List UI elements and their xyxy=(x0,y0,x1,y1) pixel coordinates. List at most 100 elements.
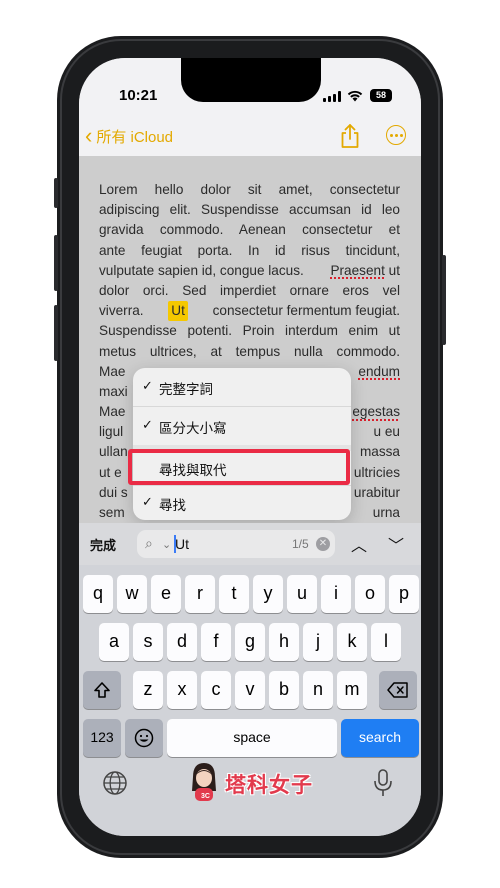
battery-icon: 58 xyxy=(370,89,392,102)
backspace-key[interactable] xyxy=(379,671,417,709)
done-button[interactable]: 完成 xyxy=(90,535,116,554)
key-a[interactable]: a xyxy=(99,623,129,661)
key-f[interactable]: f xyxy=(201,623,231,661)
next-match-icon[interactable]: ﹀ xyxy=(388,532,404,556)
numbers-key[interactable]: 123 xyxy=(83,719,121,757)
cellular-signal-icon xyxy=(323,91,341,102)
keyboard: q w e r t y u i o p a s d f g h j k l z … xyxy=(79,565,421,836)
key-d[interactable]: d xyxy=(167,623,197,661)
note-text: dui s xyxy=(99,484,128,500)
dynamic-notch xyxy=(181,58,321,102)
key-z[interactable]: z xyxy=(133,671,163,709)
menu-item-match-case[interactable]: ✓ 區分大小寫 xyxy=(133,407,351,445)
note-text: vulputate sapien id, congue lacus. xyxy=(99,262,304,278)
note-text: Mae xyxy=(99,404,126,420)
note-line: dolor orci. Sed imperdiet ornare eros ve… xyxy=(99,282,400,298)
key-c[interactable]: c xyxy=(201,671,231,709)
note-text: ullan xyxy=(99,444,128,460)
screen: 10:21 58 ‹ 所有 iCloud Lorem hello dolor s… xyxy=(79,58,421,836)
key-k[interactable]: k xyxy=(337,623,367,661)
key-n[interactable]: n xyxy=(303,671,333,709)
key-h[interactable]: h xyxy=(269,623,299,661)
key-l[interactable]: l xyxy=(371,623,401,661)
key-e[interactable]: e xyxy=(151,575,181,613)
emoji-icon xyxy=(134,728,154,748)
note-text: ligul xyxy=(99,424,124,440)
chevron-down-icon[interactable]: ⌄ xyxy=(162,538,171,551)
avatar-icon: 3C xyxy=(192,763,216,801)
note-line: metus ultrices, at tempus nulla commodo. xyxy=(99,343,400,359)
match-count: 1/5 xyxy=(292,537,309,551)
volume-down-button xyxy=(54,305,58,361)
menu-item-find[interactable]: ✓ 尋找 xyxy=(133,486,351,520)
note-text-misspelled: egestas xyxy=(352,404,400,420)
checkmark-icon: ✓ xyxy=(142,378,153,393)
checkmark-icon: ✓ xyxy=(142,494,153,509)
key-o[interactable]: o xyxy=(355,575,385,613)
note-text: ut xyxy=(388,262,400,278)
highlight-annotation-box xyxy=(128,449,350,485)
note-text: u eu xyxy=(373,424,400,440)
key-v[interactable]: v xyxy=(235,671,265,709)
silent-switch xyxy=(54,178,58,208)
key-s[interactable]: s xyxy=(133,623,163,661)
volume-up-button xyxy=(54,235,58,291)
share-icon[interactable] xyxy=(337,122,363,150)
globe-icon[interactable] xyxy=(102,770,128,796)
svg-text:3C: 3C xyxy=(201,793,210,800)
nav-bar: ‹ 所有 iCloud xyxy=(79,116,421,156)
back-button[interactable]: ‹ 所有 iCloud xyxy=(85,124,173,148)
emoji-key[interactable] xyxy=(125,719,163,757)
key-i[interactable]: i xyxy=(321,575,351,613)
note-line: gravida commodo. Aenean consectetur et xyxy=(99,222,400,238)
note-text: ultricies xyxy=(353,464,400,480)
key-b[interactable]: b xyxy=(269,671,299,709)
menu-item-whole-words[interactable]: ✓ 完整字詞 xyxy=(133,368,351,406)
battery-level: 58 xyxy=(375,90,386,100)
find-query: Ut xyxy=(175,536,189,552)
search-icon[interactable]: ⌕ xyxy=(145,535,153,552)
note-text: massa xyxy=(359,444,400,460)
key-p[interactable]: p xyxy=(389,575,419,613)
key-t[interactable]: t xyxy=(219,575,249,613)
key-m[interactable]: m xyxy=(337,671,367,709)
key-u[interactable]: u xyxy=(287,575,317,613)
key-r[interactable]: r xyxy=(185,575,215,613)
note-text: urabitur xyxy=(353,484,400,500)
previous-match-icon[interactable]: ︿ xyxy=(351,532,367,556)
note-text-misspelled: Praesent xyxy=(330,262,385,278)
find-input[interactable]: ⌕ ⌄ Ut 1/5 ✕ xyxy=(137,530,335,558)
key-x[interactable]: x xyxy=(167,671,197,709)
key-j[interactable]: j xyxy=(303,623,333,661)
note-line: viverra. Ut consectetur fermentum feugia… xyxy=(99,301,400,322)
key-g[interactable]: g xyxy=(235,623,265,661)
note-line: Lorem hello dolor sit amet, consectetur xyxy=(99,182,400,197)
wifi-icon xyxy=(347,90,363,102)
find-bar: 完成 ⌕ ⌄ Ut 1/5 ✕ ︿ ﹀ xyxy=(79,523,421,565)
search-key[interactable]: search xyxy=(341,719,419,757)
menu-item-label: 完整字詞 xyxy=(159,382,213,397)
watermark-text: 塔科女子 xyxy=(225,774,313,797)
note-text: consectetur fermentum feugiat. xyxy=(212,303,400,319)
menu-item-label: 尋找 xyxy=(159,498,186,513)
key-y[interactable]: y xyxy=(253,575,283,613)
search-match-highlight: Ut xyxy=(168,301,188,322)
space-key[interactable]: space xyxy=(167,719,337,757)
watermark-logo: 3C 塔科女子 xyxy=(187,759,322,805)
clear-icon[interactable]: ✕ xyxy=(316,537,330,551)
note-line: vulputate sapien id, congue lacus. Praes… xyxy=(99,261,400,281)
key-q[interactable]: q xyxy=(83,575,113,613)
note-text: viverra. xyxy=(99,303,144,319)
note-text: urna xyxy=(372,505,400,520)
shift-key[interactable] xyxy=(83,671,121,709)
note-line: ante feugiat porta. In id risus tincidun… xyxy=(99,242,400,258)
note-text: Mae xyxy=(99,363,126,379)
more-options-icon[interactable] xyxy=(386,125,406,145)
key-w[interactable]: w xyxy=(117,575,147,613)
microphone-icon[interactable] xyxy=(371,768,395,798)
note-line: Suspendisse potenti. Proin interdum enim… xyxy=(99,323,400,339)
find-options-menu: ✓ 完整字詞 ✓ 區分大小寫 尋找與取代 ✓ 尋找 xyxy=(133,368,351,520)
shift-icon xyxy=(94,682,110,698)
note-text: ut e xyxy=(99,464,122,480)
status-time: 10:21 xyxy=(119,87,158,104)
